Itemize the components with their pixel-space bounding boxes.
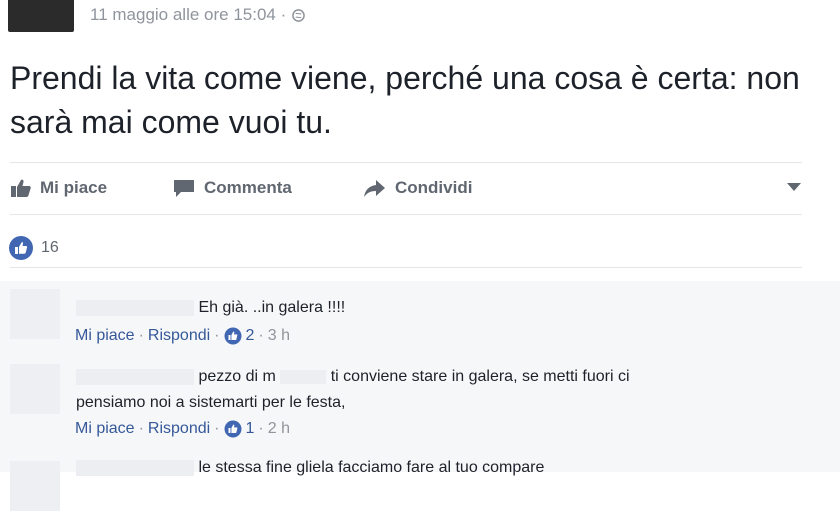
- comment-text-b: ti conviene stare in galera, se metti fu…: [330, 368, 630, 385]
- comment-body: pezzo di m ti conviene stare in galera, …: [76, 364, 776, 416]
- chevron-down-icon[interactable]: [786, 182, 802, 192]
- comment-time[interactable]: 2 h: [268, 420, 290, 438]
- comment-author-name[interactable]: [76, 459, 194, 476]
- comment-author-name[interactable]: [76, 299, 194, 316]
- comment-reply-link[interactable]: Rispondi: [148, 420, 210, 438]
- comment-button[interactable]: Commenta: [172, 178, 292, 198]
- thumbs-up-icon: [11, 179, 31, 197]
- globe-icon: [292, 8, 306, 22]
- comment-body: Eh già. ..in galera !!!!: [76, 295, 345, 321]
- comment-meta: Mi piace · Rispondi · 1 · 2 h: [75, 420, 290, 438]
- comment-like-count[interactable]: 1: [246, 420, 255, 438]
- comment-text-a: pezzo di m: [198, 368, 276, 385]
- comment-avatar[interactable]: [10, 289, 60, 339]
- comment-author-name[interactable]: [76, 368, 194, 385]
- speech-bubble-icon: [174, 180, 194, 197]
- divider-top: [10, 162, 802, 163]
- comment-avatar[interactable]: [10, 364, 60, 414]
- comment-meta: Mi piace · Rispondi · 2 · 3 h: [75, 327, 290, 345]
- reactions-summary[interactable]: 16: [8, 235, 59, 261]
- divider-bottom: [10, 267, 802, 268]
- post-author-avatar[interactable]: [8, 0, 74, 32]
- comment-like-count[interactable]: 2: [246, 327, 255, 345]
- post-text: Prendi la vita come viene, perché una co…: [10, 60, 800, 140]
- like-reaction-icon: [9, 236, 33, 260]
- like-label: Mi piace: [40, 178, 108, 197]
- comment-body: le stessa fine gliela facciamo fare al t…: [76, 455, 544, 481]
- comment-text-c: pensiamo noi a sistemarti per le festa,: [76, 394, 346, 411]
- like-button[interactable]: Mi piace: [10, 178, 107, 198]
- share-arrow-icon: [364, 180, 385, 197]
- post-action-bar: Mi piace Commenta Condividi: [10, 172, 802, 204]
- comment-avatar[interactable]: [10, 461, 60, 511]
- share-button[interactable]: Condividi: [363, 178, 472, 198]
- post-meta: 11 maggio alle ore 15:04 ·: [90, 5, 306, 25]
- comment-reply-link[interactable]: Rispondi: [148, 327, 210, 345]
- redacted-word: [280, 369, 327, 384]
- comment-like-link[interactable]: Mi piace: [75, 420, 135, 438]
- like-badge-icon: [224, 327, 241, 345]
- like-badge-icon: [224, 420, 241, 438]
- divider-middle: [10, 214, 802, 215]
- comment-like-link[interactable]: Mi piace: [75, 327, 135, 345]
- post-timestamp[interactable]: 11 maggio alle ore 15:04 ·: [90, 5, 286, 25]
- comment-text: le stessa fine gliela facciamo fare al t…: [198, 459, 545, 476]
- comment-time[interactable]: 3 h: [268, 327, 290, 345]
- share-label: Condividi: [395, 178, 473, 197]
- reactions-count: 16: [41, 239, 59, 256]
- comment-text: Eh già. ..in galera !!!!: [198, 299, 346, 316]
- comment-label: Commenta: [204, 178, 292, 197]
